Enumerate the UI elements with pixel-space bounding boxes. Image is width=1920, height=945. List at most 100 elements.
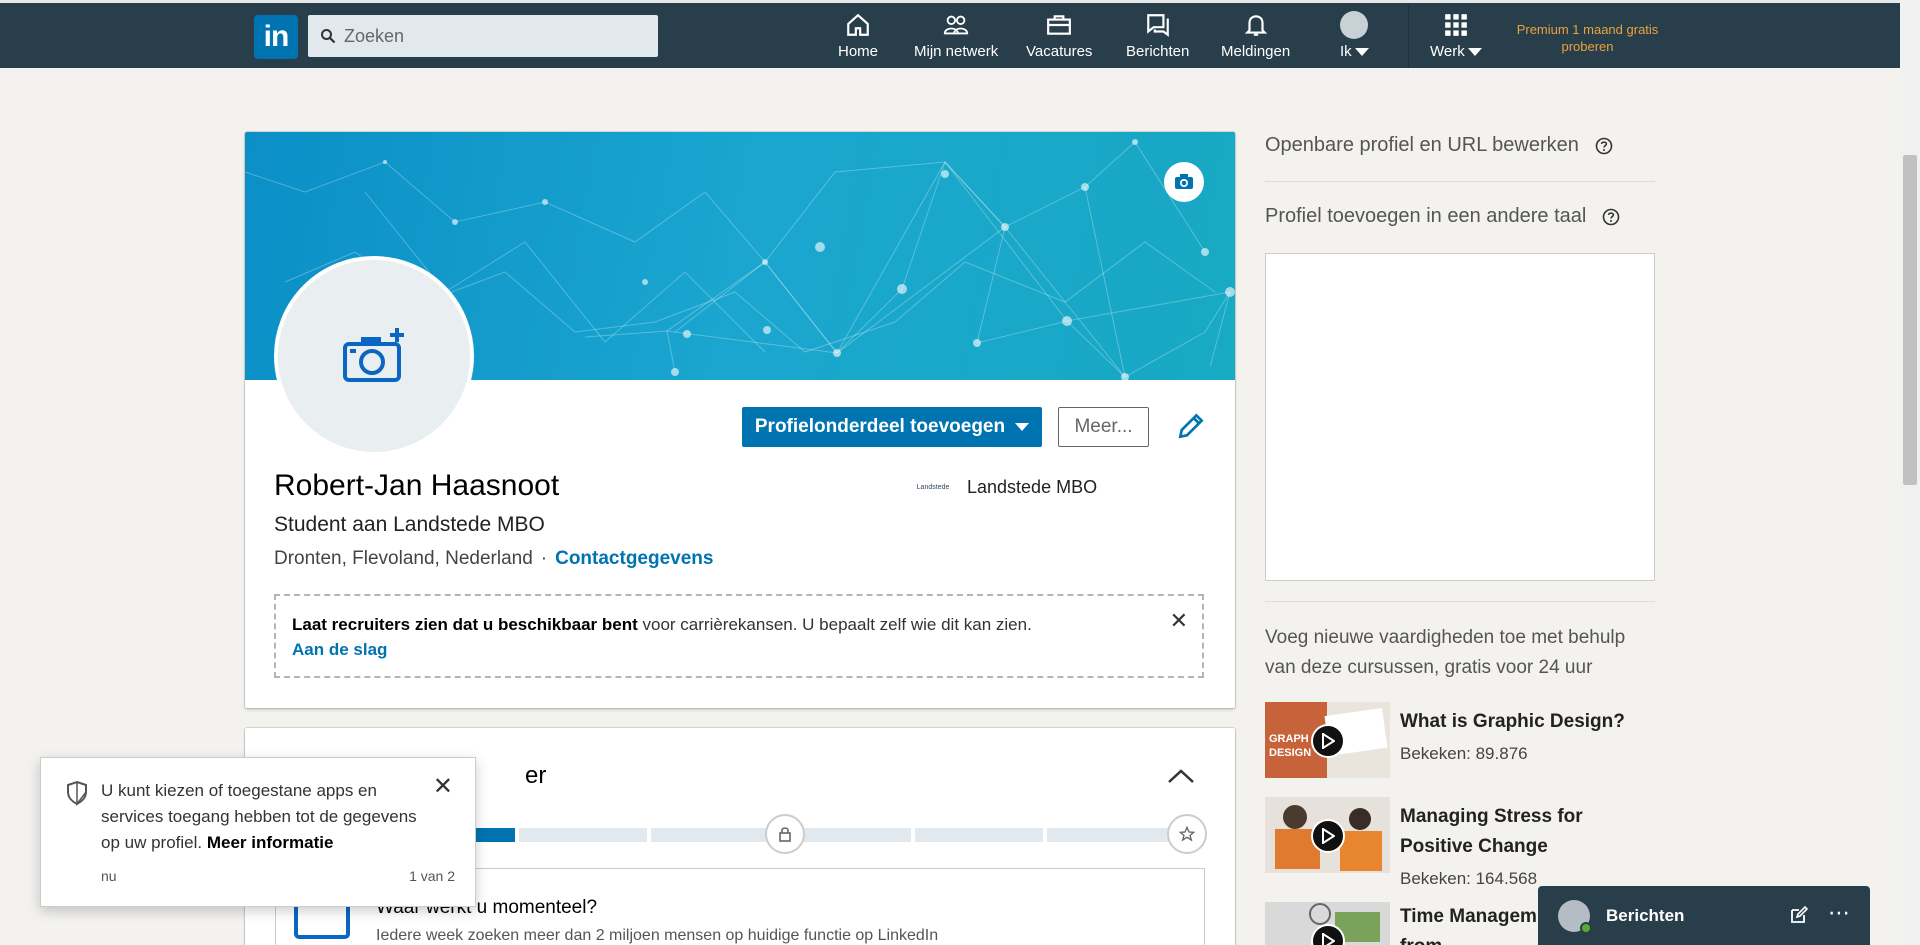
nav-home-label: Home: [838, 43, 879, 60]
network-icon: [942, 11, 970, 39]
get-started-link[interactable]: Aan de slag: [292, 640, 387, 659]
profile-name: Robert-Jan Haasnoot: [274, 469, 560, 502]
home-icon: [844, 11, 872, 39]
school-entry[interactable]: Landstede Landstede MBO: [917, 475, 1097, 499]
course-title: Managing Stress for Positive Change: [1400, 806, 1583, 857]
recruiter-prompt-text: voor carrièrekansen. U bepaalt zelf wie …: [637, 615, 1032, 634]
add-photo-camera-icon: [343, 328, 404, 382]
course-thumbnail: [1265, 902, 1390, 945]
toast-time: nu: [101, 868, 117, 884]
meter-segment-filled: [475, 828, 515, 842]
course-item[interactable]: Managing Stress for Positive Change Beke…: [1265, 797, 1655, 888]
svg-text:DESIGN: DESIGN: [1269, 747, 1311, 759]
school-name: Landstede MBO: [967, 476, 1098, 497]
course-title: What is Graphic Design?: [1400, 711, 1625, 732]
nav-jobs[interactable]: Vacatures: [1026, 11, 1092, 67]
help-icon[interactable]: [1602, 208, 1620, 226]
separator-dot: ·: [540, 548, 548, 569]
chevron-up-icon[interactable]: [1167, 768, 1195, 784]
nav-notifications-label: Meldingen: [1221, 43, 1291, 60]
nav-work-label: Werk: [1430, 43, 1465, 60]
nav-jobs-label: Vacatures: [1026, 43, 1093, 60]
play-icon: [1311, 819, 1345, 853]
shield-icon: [67, 780, 87, 806]
briefcase-icon: [1045, 11, 1073, 39]
course-views: Bekeken: 89.876: [1400, 744, 1528, 763]
profile-card: Profielonderdeel toevoegen Meer... Rober…: [245, 132, 1235, 708]
meter-segment: [651, 828, 779, 842]
nav-messaging-label: Berichten: [1126, 43, 1190, 60]
recruiter-prompt-bold: Laat recruiters zien dat u beschikbaar b…: [292, 615, 638, 634]
search-box[interactable]: [308, 15, 658, 57]
online-status-indicator: [1580, 921, 1592, 934]
svg-text:GRAPH: GRAPH: [1269, 733, 1309, 745]
add-profile-photo-button[interactable]: [274, 256, 474, 456]
course-item[interactable]: GRAPH DESIGN What is Graphic Design? Beke…: [1265, 702, 1655, 778]
edit-public-profile-label: Openbare profiel en URL bewerken: [1265, 134, 1579, 156]
chevron-down-icon: [1354, 48, 1369, 57]
profile-location-row: Dronten, Flevoland, Nederland · Contactgeg…: [274, 548, 713, 570]
nav-notifications[interactable]: Meldingen: [1221, 11, 1290, 67]
search-input[interactable]: [344, 25, 644, 47]
more-button[interactable]: Meer...: [1058, 407, 1149, 447]
profile-headline: Student aan Landstede MBO: [274, 513, 545, 536]
help-icon[interactable]: [1595, 137, 1613, 155]
profile-location: Dronten, Flevoland, Nederland: [274, 548, 533, 569]
chevron-down-icon: [1467, 48, 1482, 57]
contact-info-link[interactable]: Contactgegevens: [555, 548, 713, 569]
play-icon: [1311, 724, 1345, 758]
meter-segment: [519, 828, 647, 842]
messaging-overlay-bar[interactable]: Berichten ⋯: [1538, 886, 1870, 945]
nav-home[interactable]: Home: [838, 11, 878, 67]
add-profile-language-label: Profiel toevoegen in een andere taal: [1265, 205, 1587, 227]
courses-intro: Voeg nieuwe vaardigheden toe met behulp …: [1265, 627, 1626, 678]
avatar: [1558, 899, 1592, 934]
close-icon[interactable]: ✕: [1170, 608, 1188, 633]
add-profile-section-label: Profielonderdeel toevoegen: [754, 416, 1006, 437]
nav-network[interactable]: Mijn netwerk: [914, 11, 998, 67]
add-profile-language-link[interactable]: Profiel toevoegen in een andere taal: [1265, 205, 1620, 228]
search-icon: [321, 29, 336, 44]
nav-messaging[interactable]: Berichten: [1126, 11, 1189, 67]
close-icon[interactable]: ✕: [433, 772, 453, 801]
bell-icon: [1242, 11, 1270, 39]
add-profile-section-button[interactable]: Profielonderdeel toevoegen: [742, 407, 1042, 447]
camera-icon: [1175, 174, 1193, 189]
nav-network-label: Mijn netwerk: [914, 43, 999, 60]
ad-placeholder: [1265, 253, 1655, 581]
scrollbar-thumb[interactable]: [1903, 155, 1917, 485]
edit-banner-button[interactable]: [1164, 162, 1204, 202]
lock-icon: [765, 814, 805, 854]
messaging-icon: [1144, 11, 1172, 39]
messaging-title: Berichten: [1606, 905, 1685, 925]
edit-public-profile-link[interactable]: Openbare profiel en URL bewerken: [1265, 134, 1613, 157]
premium-link[interactable]: Premium 1 maand gratis proberen: [1510, 21, 1665, 55]
rail-divider: [1265, 181, 1655, 182]
meter-segment: [915, 828, 1043, 842]
compose-icon[interactable]: [1790, 906, 1808, 924]
nav-work[interactable]: Werk: [1430, 11, 1482, 67]
grid-icon: [1442, 11, 1470, 39]
chevron-down-icon: [1015, 423, 1030, 431]
nav-divider: [1408, 6, 1409, 68]
top-navigation-bar: in Home Mijn netwerk Vacatures Berichten…: [0, 0, 1900, 68]
toast-message: U kunt kiezen of toegestane apps en serv…: [101, 778, 431, 856]
linkedin-logo[interactable]: in: [254, 15, 298, 59]
course-thumbnail: [1265, 797, 1390, 873]
course-thumbnail: GRAPH DESIGN: [1265, 702, 1390, 778]
rail-divider: [1265, 601, 1655, 602]
pencil-icon[interactable]: [1175, 410, 1207, 442]
current-position-hint: Iedere week zoeken meer dan 2 miljoen me…: [376, 927, 939, 944]
profile-strength-title: er: [525, 762, 547, 789]
toast-counter: 1 van 2: [409, 868, 455, 884]
star-icon: [1167, 814, 1207, 854]
privacy-toast: U kunt kiezen of toegestane apps en serv…: [40, 757, 476, 907]
nav-me[interactable]: Ik: [1340, 11, 1369, 67]
school-logo: Landstede: [916, 483, 950, 491]
nav-me-label: Ik: [1340, 43, 1352, 60]
learn-more-link[interactable]: Meer informatie: [207, 833, 334, 852]
open-to-work-banner: Laat recruiters zien dat u beschikbaar b…: [274, 594, 1204, 678]
meter-segment: [1047, 828, 1175, 842]
more-options-icon[interactable]: ⋯: [1828, 900, 1850, 926]
course-views: Bekeken: 164.568: [1400, 869, 1538, 888]
